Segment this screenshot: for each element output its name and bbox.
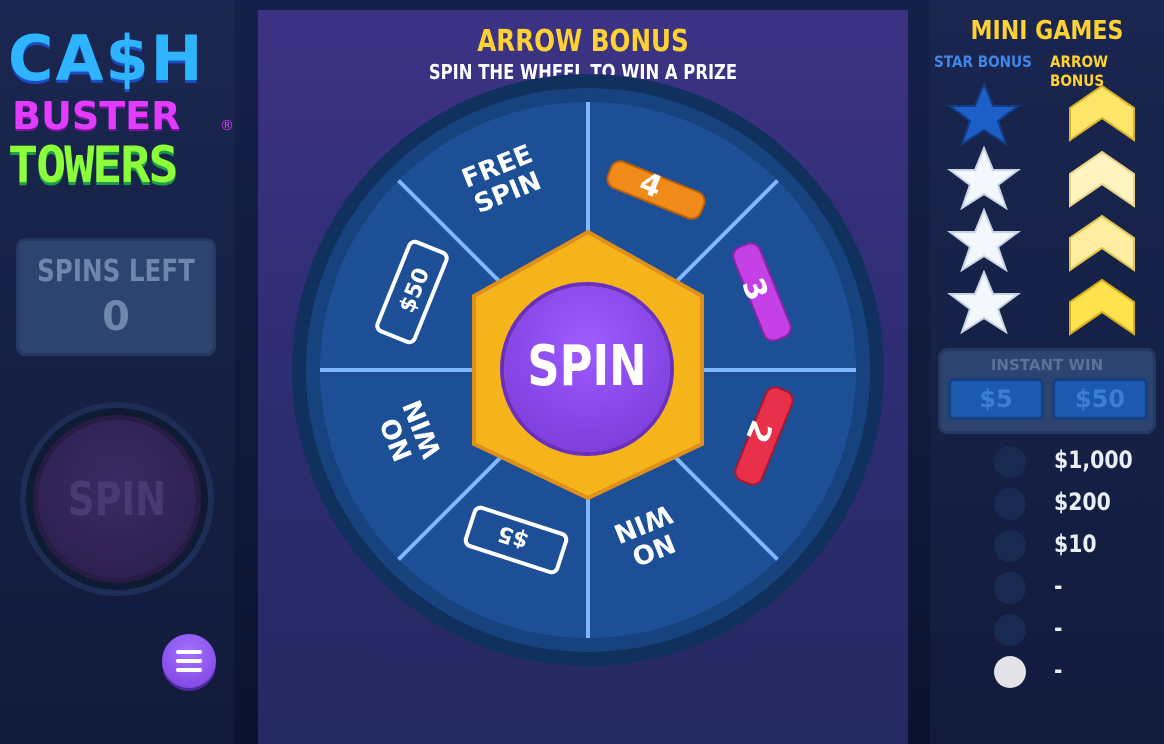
wheel-spin-button[interactable]: SPIN [504, 286, 670, 452]
wheel-spin-label: SPIN [527, 334, 647, 399]
game-screen: CA$H BUSTER ® TOWERS SPINS LEFT 0 SPIN 1… [0, 0, 1164, 744]
